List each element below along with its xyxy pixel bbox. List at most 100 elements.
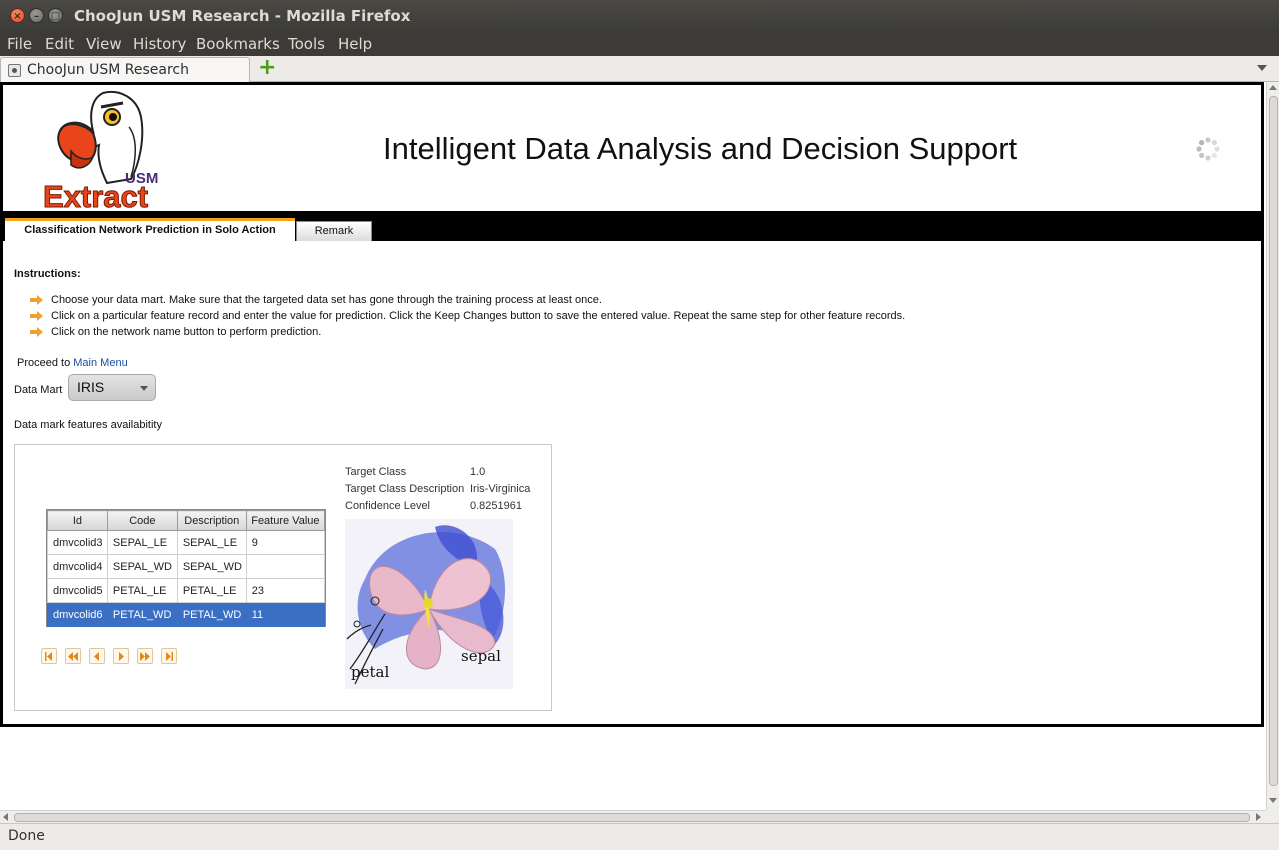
cell-feature-value[interactable]: 11 (245, 602, 326, 627)
usm-extract-logo: USM Extract (43, 91, 158, 211)
last-page-button[interactable] (161, 648, 177, 664)
target-description-label: Target Class Description (345, 483, 465, 495)
last-page-icon (166, 652, 173, 661)
scroll-down-icon[interactable] (1269, 798, 1277, 803)
scroll-corner (1266, 810, 1279, 823)
cell-code[interactable]: PETAL_LE (106, 578, 178, 603)
tab-classification-prediction[interactable]: Classification Network Prediction in Sol… (5, 218, 295, 241)
browser-tab-label: ChooJun USM Research (27, 62, 189, 78)
scroll-left-icon[interactable] (3, 813, 8, 821)
browser-tabstrip: ChooJun USM Research + (0, 56, 1279, 82)
page-tabbar: Classification Network Prediction in Sol… (3, 211, 1261, 241)
datamart-select[interactable]: IRIS (68, 374, 156, 401)
fast-forward-button[interactable] (137, 648, 153, 664)
menu-tools[interactable]: Tools (288, 35, 325, 53)
previous-page-icon (94, 652, 99, 661)
target-description-value: Iris-Virginica (470, 483, 531, 495)
table-row[interactable]: dmvcolid3 SEPAL_LE SEPAL_LE 9 (47, 530, 326, 555)
app-frame: USM Extract Intelligent Data Analysis an… (0, 82, 1264, 727)
horizontal-scrollbar[interactable] (0, 810, 1266, 823)
menu-history[interactable]: History (133, 35, 186, 53)
confidence-row: Confidence Level 0.8251961 (345, 500, 522, 512)
menubar: File Edit View History Bookmarks Tools H… (0, 32, 1279, 56)
instructions-heading: Instructions: (14, 268, 81, 280)
column-header-id[interactable]: Id (47, 510, 108, 531)
vertical-scrollbar[interactable] (1266, 82, 1279, 810)
cell-description[interactable]: SEPAL_WD (176, 554, 247, 579)
target-class-value: 1.0 (470, 466, 486, 478)
cell-feature-value[interactable]: 23 (245, 578, 326, 603)
previous-page-button[interactable] (89, 648, 105, 664)
loading-spinner-icon (1196, 137, 1220, 161)
column-header-description[interactable]: Description (176, 510, 247, 531)
main-menu-link[interactable]: Main Menu (73, 357, 127, 369)
cell-id[interactable]: dmvcolid5 (47, 578, 108, 603)
status-bar: Done (0, 823, 1279, 850)
cell-code[interactable]: SEPAL_WD (106, 554, 178, 579)
menu-bookmarks[interactable]: Bookmarks (196, 35, 280, 53)
target-class-row: Target Class 1.0 (345, 466, 485, 478)
confidence-value: 0.8251961 (470, 500, 522, 512)
cell-feature-value[interactable] (245, 554, 326, 579)
minimize-window-button[interactable]: – (29, 8, 44, 23)
datamart-selected-value: IRIS (77, 379, 105, 395)
new-tab-plus-icon[interactable]: + (258, 57, 276, 79)
table-row[interactable]: dmvcolid5 PETAL_LE PETAL_LE 23 (47, 578, 326, 603)
close-window-button[interactable]: × (10, 8, 25, 23)
cell-id[interactable]: dmvcolid3 (47, 530, 108, 555)
fast-back-button[interactable] (65, 648, 81, 664)
main-content: Instructions: Choose your data mart. Mak… (3, 241, 1261, 724)
tab-remark[interactable]: Remark (296, 221, 372, 241)
page-title: Intelligent Data Analysis and Decision S… (383, 131, 1018, 166)
column-header-feature-value[interactable]: Feature Value (245, 510, 326, 531)
target-class-label: Target Class (345, 466, 407, 478)
first-page-icon (45, 652, 52, 661)
orange-arrow-icon (30, 295, 43, 305)
cell-code[interactable]: PETAL_WD (106, 602, 178, 627)
proceed-line: Proceed to Main Menu (17, 357, 128, 369)
maximize-window-button[interactable]: □ (48, 8, 63, 23)
cell-id[interactable]: dmvcolid6 (47, 602, 108, 627)
page-header: USM Extract Intelligent Data Analysis an… (3, 85, 1261, 211)
orange-arrow-icon (30, 327, 43, 337)
horizontal-scroll-thumb[interactable] (14, 813, 1250, 822)
table-row[interactable]: dmvcolid4 SEPAL_WD SEPAL_WD (47, 554, 326, 579)
fast-forward-icon (140, 652, 150, 661)
availability-label: Data mark features availabitity (14, 419, 162, 431)
cell-feature-value[interactable]: 9 (245, 530, 326, 555)
features-table: Id Code Description Feature Value dmvcol… (47, 510, 326, 627)
menu-help[interactable]: Help (338, 35, 372, 53)
menu-file[interactable]: File (7, 35, 32, 53)
cell-code[interactable]: SEPAL_LE (106, 530, 178, 555)
logo-extract-text: Extract (43, 179, 148, 211)
instruction-text: Choose your data mart. Make sure that th… (51, 294, 602, 306)
cell-id[interactable]: dmvcolid4 (47, 554, 108, 579)
sepal-label: sepal (461, 647, 501, 665)
target-description-row: Target Class Description Iris-Virginica (345, 483, 530, 495)
cell-description[interactable]: SEPAL_LE (176, 530, 247, 555)
fast-back-icon (68, 652, 78, 661)
datamart-label: Data Mart (14, 384, 63, 396)
vertical-scroll-thumb[interactable] (1269, 96, 1278, 786)
scroll-right-icon[interactable] (1256, 813, 1261, 821)
cell-description[interactable]: PETAL_LE (176, 578, 247, 603)
scroll-up-icon[interactable] (1269, 85, 1277, 90)
confidence-label: Confidence Level (345, 500, 431, 512)
column-header-code[interactable]: Code (106, 510, 178, 531)
browser-tab-active[interactable]: ChooJun USM Research (0, 57, 250, 82)
petal-label: petal (351, 663, 389, 681)
window-title: ChooJun USM Research - Mozilla Firefox (74, 7, 411, 25)
table-row-selected[interactable]: dmvcolid6 PETAL_WD PETAL_WD 11 (47, 602, 326, 627)
orange-arrow-icon (30, 311, 43, 321)
instruction-text: Click on a particular feature record and… (51, 310, 906, 322)
status-text: Done (8, 828, 45, 844)
tab-list-dropdown-icon[interactable] (1257, 65, 1267, 71)
menu-edit[interactable]: Edit (45, 35, 74, 53)
menu-view[interactable]: View (86, 35, 122, 53)
prediction-panel: Id Code Description Feature Value dmvcol… (14, 444, 552, 711)
first-page-button[interactable] (41, 648, 57, 664)
chevron-down-icon (140, 386, 148, 391)
proceed-prefix: Proceed to (17, 357, 71, 369)
cell-description[interactable]: PETAL_WD (176, 602, 247, 627)
next-page-button[interactable] (113, 648, 129, 664)
